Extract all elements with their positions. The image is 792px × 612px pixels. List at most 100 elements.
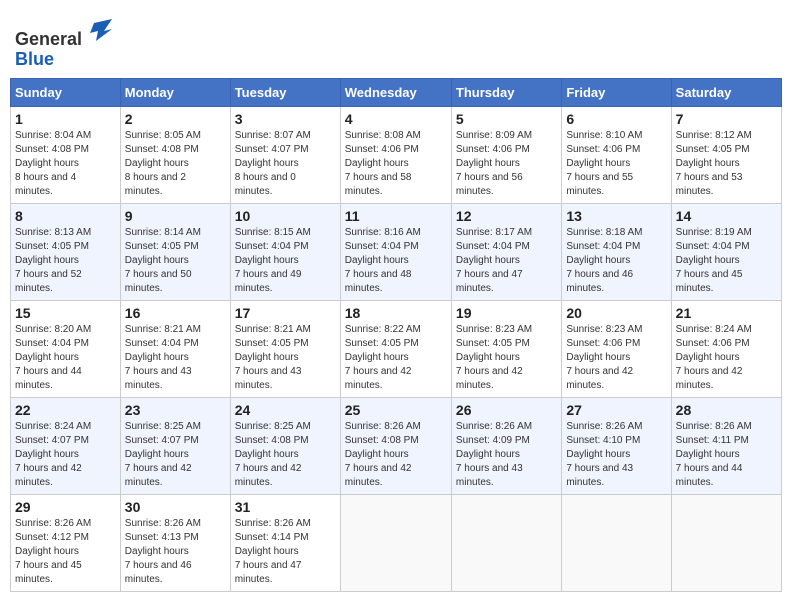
day-info: Sunrise: 8:08 AM Sunset: 4:06 PM Dayligh… bbox=[345, 129, 447, 199]
day-info: Sunrise: 8:13 AM Sunset: 4:05 PM Dayligh… bbox=[15, 226, 116, 296]
day-number: 4 bbox=[345, 111, 447, 127]
day-info: Sunrise: 8:17 AM Sunset: 4:04 PM Dayligh… bbox=[456, 226, 557, 296]
day-number: 20 bbox=[566, 305, 666, 321]
page-header: General Blue bbox=[10, 10, 782, 70]
calendar-cell: 26 Sunrise: 8:26 AM Sunset: 4:09 PM Dayl… bbox=[451, 397, 561, 494]
day-number: 23 bbox=[125, 402, 226, 418]
day-info: Sunrise: 8:07 AM Sunset: 4:07 PM Dayligh… bbox=[235, 129, 336, 199]
day-number: 2 bbox=[125, 111, 226, 127]
calendar-cell: 31 Sunrise: 8:26 AM Sunset: 4:14 PM Dayl… bbox=[230, 494, 340, 591]
day-number: 12 bbox=[456, 208, 557, 224]
calendar-cell: 23 Sunrise: 8:25 AM Sunset: 4:07 PM Dayl… bbox=[120, 397, 230, 494]
calendar-cell: 19 Sunrise: 8:23 AM Sunset: 4:05 PM Dayl… bbox=[451, 300, 561, 397]
day-info: Sunrise: 8:20 AM Sunset: 4:04 PM Dayligh… bbox=[15, 323, 116, 393]
calendar-cell: 11 Sunrise: 8:16 AM Sunset: 4:04 PM Dayl… bbox=[340, 203, 451, 300]
day-info: Sunrise: 8:26 AM Sunset: 4:13 PM Dayligh… bbox=[125, 517, 226, 587]
calendar-week-3: 15 Sunrise: 8:20 AM Sunset: 4:04 PM Dayl… bbox=[11, 300, 782, 397]
calendar-week-4: 22 Sunrise: 8:24 AM Sunset: 4:07 PM Dayl… bbox=[11, 397, 782, 494]
calendar-cell: 21 Sunrise: 8:24 AM Sunset: 4:06 PM Dayl… bbox=[671, 300, 781, 397]
day-number: 21 bbox=[676, 305, 777, 321]
calendar-week-5: 29 Sunrise: 8:26 AM Sunset: 4:12 PM Dayl… bbox=[11, 494, 782, 591]
day-info: Sunrise: 8:19 AM Sunset: 4:04 PM Dayligh… bbox=[676, 226, 777, 296]
day-info: Sunrise: 8:26 AM Sunset: 4:11 PM Dayligh… bbox=[676, 420, 777, 490]
calendar-cell: 6 Sunrise: 8:10 AM Sunset: 4:06 PM Dayli… bbox=[562, 106, 671, 203]
day-info: Sunrise: 8:09 AM Sunset: 4:06 PM Dayligh… bbox=[456, 129, 557, 199]
calendar-cell: 4 Sunrise: 8:08 AM Sunset: 4:06 PM Dayli… bbox=[340, 106, 451, 203]
day-header-tuesday: Tuesday bbox=[230, 78, 340, 106]
day-number: 14 bbox=[676, 208, 777, 224]
day-info: Sunrise: 8:12 AM Sunset: 4:05 PM Dayligh… bbox=[676, 129, 777, 199]
day-info: Sunrise: 8:23 AM Sunset: 4:06 PM Dayligh… bbox=[566, 323, 666, 393]
day-number: 10 bbox=[235, 208, 336, 224]
day-info: Sunrise: 8:16 AM Sunset: 4:04 PM Dayligh… bbox=[345, 226, 447, 296]
calendar-cell: 18 Sunrise: 8:22 AM Sunset: 4:05 PM Dayl… bbox=[340, 300, 451, 397]
calendar-cell bbox=[340, 494, 451, 591]
day-info: Sunrise: 8:26 AM Sunset: 4:09 PM Dayligh… bbox=[456, 420, 557, 490]
day-number: 16 bbox=[125, 305, 226, 321]
day-number: 17 bbox=[235, 305, 336, 321]
day-number: 9 bbox=[125, 208, 226, 224]
calendar-cell: 28 Sunrise: 8:26 AM Sunset: 4:11 PM Dayl… bbox=[671, 397, 781, 494]
day-info: Sunrise: 8:04 AM Sunset: 4:08 PM Dayligh… bbox=[15, 129, 116, 199]
calendar-cell: 14 Sunrise: 8:19 AM Sunset: 4:04 PM Dayl… bbox=[671, 203, 781, 300]
day-number: 25 bbox=[345, 402, 447, 418]
calendar-cell: 7 Sunrise: 8:12 AM Sunset: 4:05 PM Dayli… bbox=[671, 106, 781, 203]
calendar-cell: 1 Sunrise: 8:04 AM Sunset: 4:08 PM Dayli… bbox=[11, 106, 121, 203]
day-info: Sunrise: 8:26 AM Sunset: 4:08 PM Dayligh… bbox=[345, 420, 447, 490]
logo-general: General bbox=[15, 29, 82, 49]
day-number: 31 bbox=[235, 499, 336, 515]
day-number: 26 bbox=[456, 402, 557, 418]
calendar-cell bbox=[671, 494, 781, 591]
day-info: Sunrise: 8:15 AM Sunset: 4:04 PM Dayligh… bbox=[235, 226, 336, 296]
calendar-cell: 3 Sunrise: 8:07 AM Sunset: 4:07 PM Dayli… bbox=[230, 106, 340, 203]
calendar-cell: 29 Sunrise: 8:26 AM Sunset: 4:12 PM Dayl… bbox=[11, 494, 121, 591]
calendar-cell: 27 Sunrise: 8:26 AM Sunset: 4:10 PM Dayl… bbox=[562, 397, 671, 494]
day-number: 13 bbox=[566, 208, 666, 224]
day-header-monday: Monday bbox=[120, 78, 230, 106]
calendar-cell: 9 Sunrise: 8:14 AM Sunset: 4:05 PM Dayli… bbox=[120, 203, 230, 300]
day-number: 30 bbox=[125, 499, 226, 515]
calendar-table: SundayMondayTuesdayWednesdayThursdayFrid… bbox=[10, 78, 782, 592]
day-header-thursday: Thursday bbox=[451, 78, 561, 106]
day-number: 15 bbox=[15, 305, 116, 321]
calendar-header-row: SundayMondayTuesdayWednesdayThursdayFrid… bbox=[11, 78, 782, 106]
calendar-cell: 12 Sunrise: 8:17 AM Sunset: 4:04 PM Dayl… bbox=[451, 203, 561, 300]
calendar-week-2: 8 Sunrise: 8:13 AM Sunset: 4:05 PM Dayli… bbox=[11, 203, 782, 300]
calendar-cell bbox=[451, 494, 561, 591]
calendar-cell: 8 Sunrise: 8:13 AM Sunset: 4:05 PM Dayli… bbox=[11, 203, 121, 300]
day-number: 5 bbox=[456, 111, 557, 127]
calendar-cell: 22 Sunrise: 8:24 AM Sunset: 4:07 PM Dayl… bbox=[11, 397, 121, 494]
day-info: Sunrise: 8:21 AM Sunset: 4:05 PM Dayligh… bbox=[235, 323, 336, 393]
day-info: Sunrise: 8:25 AM Sunset: 4:08 PM Dayligh… bbox=[235, 420, 336, 490]
calendar-cell: 30 Sunrise: 8:26 AM Sunset: 4:13 PM Dayl… bbox=[120, 494, 230, 591]
day-number: 22 bbox=[15, 402, 116, 418]
day-number: 8 bbox=[15, 208, 116, 224]
day-number: 7 bbox=[676, 111, 777, 127]
day-header-saturday: Saturday bbox=[671, 78, 781, 106]
calendar-cell: 15 Sunrise: 8:20 AM Sunset: 4:04 PM Dayl… bbox=[11, 300, 121, 397]
calendar-cell: 17 Sunrise: 8:21 AM Sunset: 4:05 PM Dayl… bbox=[230, 300, 340, 397]
calendar-body: 1 Sunrise: 8:04 AM Sunset: 4:08 PM Dayli… bbox=[11, 106, 782, 591]
day-number: 18 bbox=[345, 305, 447, 321]
day-number: 28 bbox=[676, 402, 777, 418]
calendar-cell: 16 Sunrise: 8:21 AM Sunset: 4:04 PM Dayl… bbox=[120, 300, 230, 397]
day-number: 27 bbox=[566, 402, 666, 418]
logo: General Blue bbox=[15, 15, 114, 70]
day-number: 24 bbox=[235, 402, 336, 418]
day-info: Sunrise: 8:26 AM Sunset: 4:10 PM Dayligh… bbox=[566, 420, 666, 490]
day-info: Sunrise: 8:23 AM Sunset: 4:05 PM Dayligh… bbox=[456, 323, 557, 393]
day-number: 29 bbox=[15, 499, 116, 515]
logo-bird-icon bbox=[84, 15, 114, 45]
day-header-friday: Friday bbox=[562, 78, 671, 106]
day-info: Sunrise: 8:14 AM Sunset: 4:05 PM Dayligh… bbox=[125, 226, 226, 296]
day-info: Sunrise: 8:26 AM Sunset: 4:12 PM Dayligh… bbox=[15, 517, 116, 587]
calendar-week-1: 1 Sunrise: 8:04 AM Sunset: 4:08 PM Dayli… bbox=[11, 106, 782, 203]
day-info: Sunrise: 8:05 AM Sunset: 4:08 PM Dayligh… bbox=[125, 129, 226, 199]
calendar-cell: 20 Sunrise: 8:23 AM Sunset: 4:06 PM Dayl… bbox=[562, 300, 671, 397]
calendar-cell bbox=[562, 494, 671, 591]
day-info: Sunrise: 8:24 AM Sunset: 4:06 PM Dayligh… bbox=[676, 323, 777, 393]
calendar-cell: 24 Sunrise: 8:25 AM Sunset: 4:08 PM Dayl… bbox=[230, 397, 340, 494]
calendar-cell: 10 Sunrise: 8:15 AM Sunset: 4:04 PM Dayl… bbox=[230, 203, 340, 300]
day-info: Sunrise: 8:22 AM Sunset: 4:05 PM Dayligh… bbox=[345, 323, 447, 393]
day-number: 1 bbox=[15, 111, 116, 127]
